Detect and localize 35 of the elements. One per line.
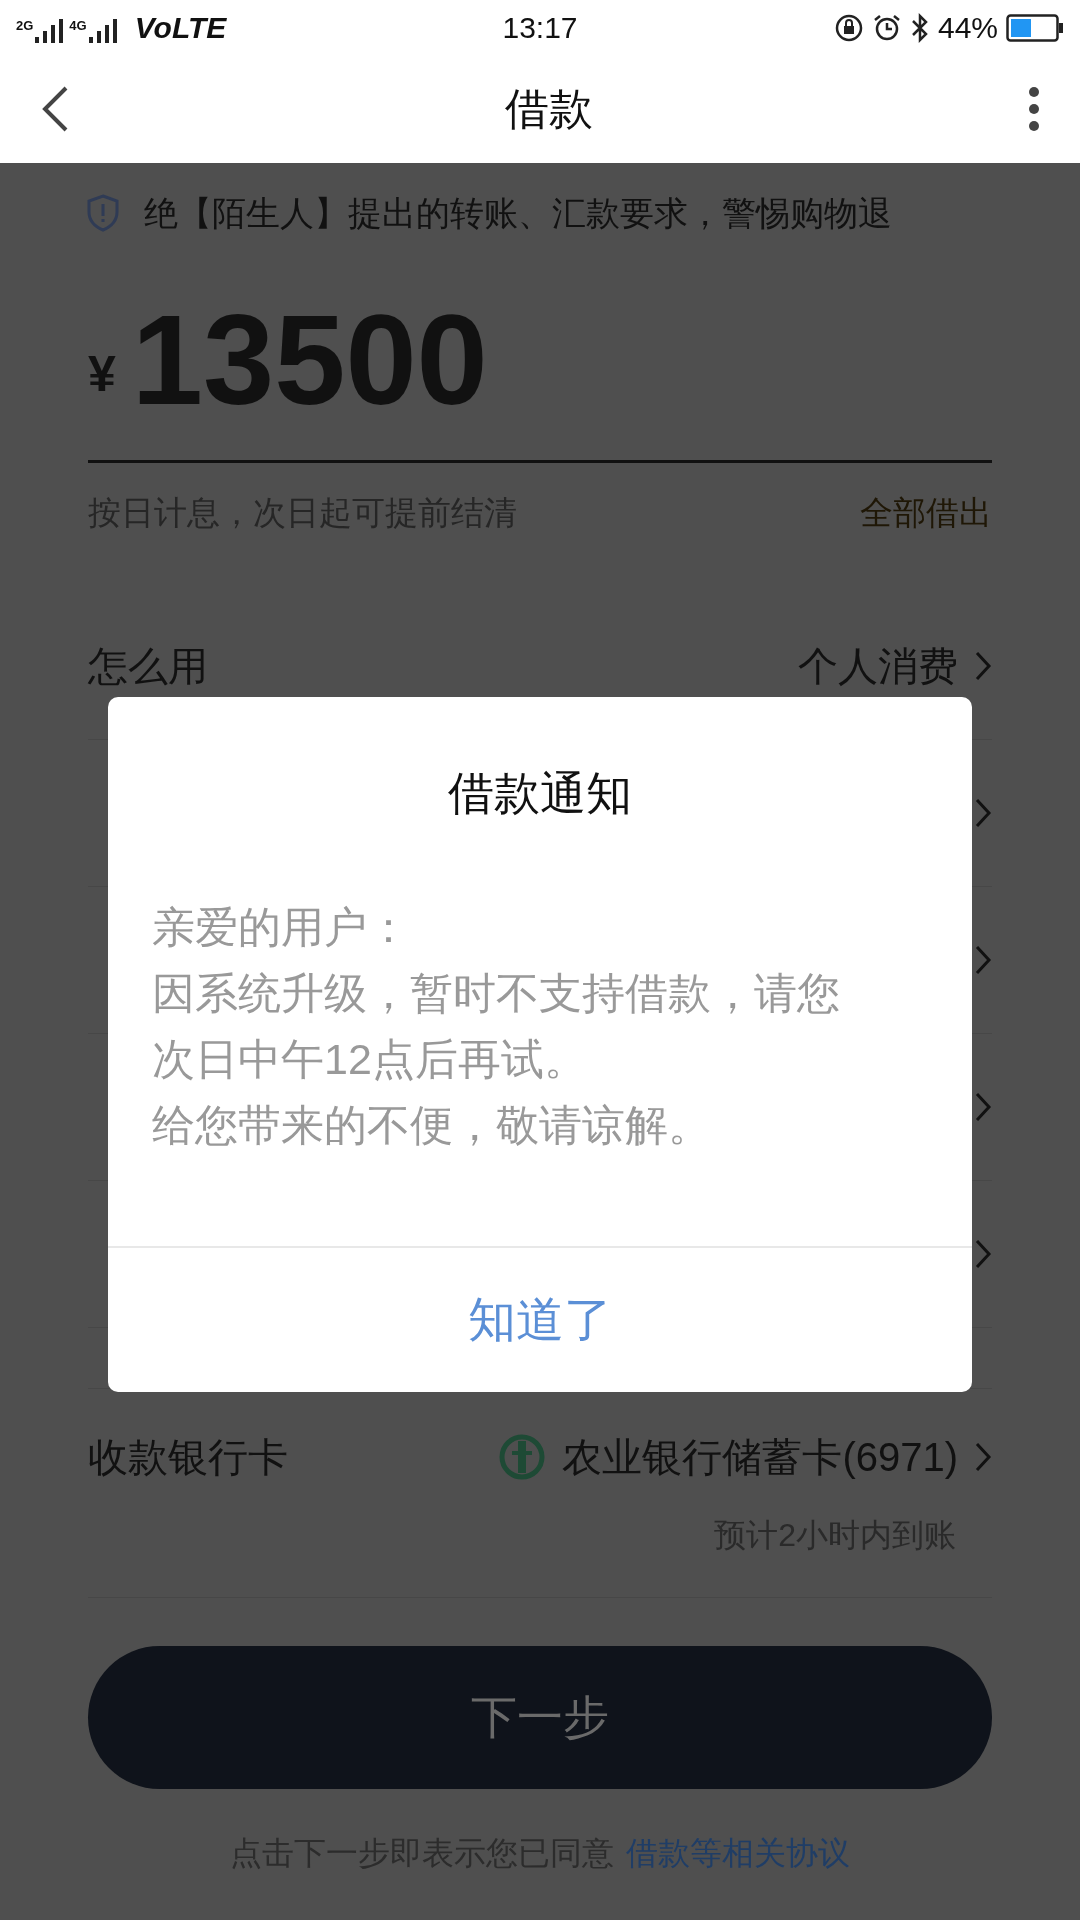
battery-icon: [1006, 13, 1064, 42]
dialog-message: 因系统升级，暂时不支持借款，请您次日中午12点后再试。: [152, 968, 841, 1085]
rotation-lock-icon: [833, 12, 864, 43]
more-icon[interactable]: [1028, 87, 1040, 131]
chevron-right-icon: [974, 944, 992, 976]
chevron-right-icon: [974, 1238, 992, 1270]
amount-value[interactable]: 13500: [131, 296, 488, 424]
bank-logo-icon: [498, 1433, 547, 1481]
dialog-message: 给您带来的不便，敬请谅解。: [152, 1100, 712, 1151]
currency-symbol: ¥: [88, 345, 116, 404]
borrow-all-link[interactable]: 全部借出: [860, 488, 992, 538]
battery-percentage: 44%: [937, 12, 998, 43]
page-title: 借款: [505, 83, 593, 135]
dialog-message: 亲爱的用户：: [152, 902, 411, 953]
bank-card-label: 收款银行卡: [88, 1434, 288, 1481]
chevron-right-icon: [974, 1441, 992, 1473]
chevron-right-icon: [974, 1091, 992, 1123]
carrier-label: VoLTE: [134, 12, 227, 43]
shield-icon: [86, 194, 120, 232]
acknowledge-button[interactable]: 知道了: [108, 1246, 972, 1392]
signal-icon: [35, 18, 66, 43]
bank-card-name: 农业银行储蓄卡(6971): [562, 1434, 958, 1481]
safety-banner-text: 绝【陌生人】提出的转账、汇款要求，警惕购物退: [144, 192, 892, 234]
network-label: 4G: [69, 18, 87, 32]
signal-icon: [88, 18, 119, 43]
row-value: 个人消费: [798, 643, 958, 690]
dialog-title: 借款通知: [448, 766, 632, 821]
chevron-right-icon: [974, 797, 992, 829]
bluetooth-icon: [909, 12, 930, 43]
clock: 13:17: [502, 12, 578, 43]
chevron-right-icon: [974, 650, 992, 682]
network-label: 2G: [16, 18, 34, 32]
next-step-button[interactable]: 下一步: [88, 1646, 992, 1789]
row-label: 怎么用: [88, 643, 208, 690]
back-icon[interactable]: [40, 85, 70, 133]
